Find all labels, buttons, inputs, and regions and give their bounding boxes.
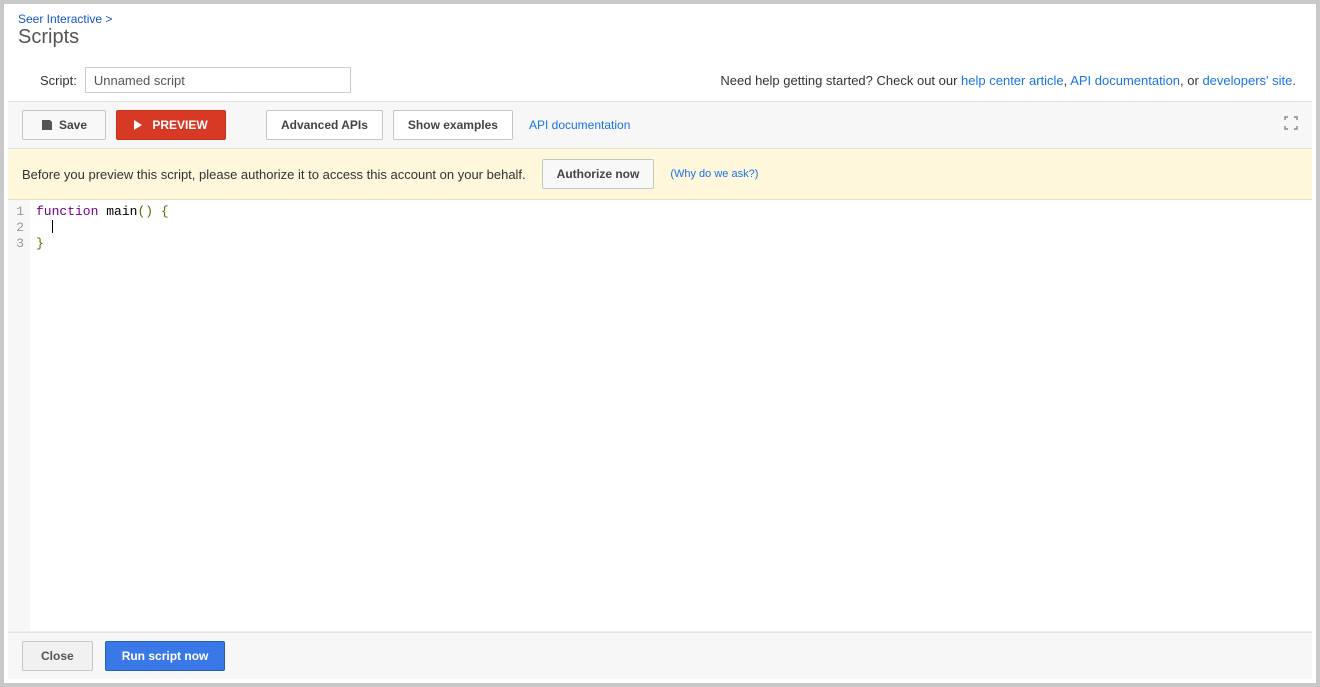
help-prefix: Need help getting started? Check out our bbox=[720, 73, 961, 88]
show-examples-label: Show examples bbox=[408, 118, 498, 132]
authorize-bar: Before you preview this script, please a… bbox=[8, 149, 1312, 200]
breadcrumb: Seer Interactive > bbox=[18, 12, 1302, 26]
script-editor-window: Seer Interactive > Scripts Script: Need … bbox=[4, 4, 1316, 683]
breadcrumb-account-link[interactable]: Seer Interactive bbox=[18, 12, 102, 26]
show-examples-button[interactable]: Show examples bbox=[393, 110, 513, 140]
script-name-row: Script: Need help getting started? Check… bbox=[4, 53, 1316, 101]
page-title: Scripts bbox=[18, 26, 1302, 49]
indent bbox=[36, 220, 52, 235]
api-doc-link[interactable]: API documentation bbox=[1070, 73, 1180, 88]
token-punct: } bbox=[36, 236, 44, 251]
authorize-text: Before you preview this script, please a… bbox=[22, 167, 526, 182]
token-punct: () bbox=[137, 204, 153, 219]
help-suffix: . bbox=[1292, 73, 1296, 88]
fullscreen-icon[interactable] bbox=[1284, 116, 1298, 135]
text-caret bbox=[52, 220, 53, 233]
save-button[interactable]: Save bbox=[22, 110, 106, 140]
api-documentation-link[interactable]: API documentation bbox=[529, 118, 630, 132]
line-number-gutter: 1 2 3 bbox=[8, 200, 30, 631]
code-line: function main() { bbox=[36, 204, 1306, 220]
script-name-input[interactable] bbox=[85, 67, 351, 93]
save-button-label: Save bbox=[59, 118, 87, 132]
token-keyword: function bbox=[36, 204, 98, 219]
header: Seer Interactive > Scripts bbox=[4, 4, 1316, 53]
help-center-link[interactable]: help center article bbox=[961, 73, 1064, 88]
code-line: } bbox=[36, 236, 1306, 252]
toolbar: Save PREVIEW Advanced APIs Show examples… bbox=[8, 101, 1312, 149]
authorize-now-button[interactable]: Authorize now bbox=[542, 159, 655, 189]
code-line bbox=[36, 220, 1306, 236]
why-do-we-ask-link[interactable]: (Why do we ask?) bbox=[670, 168, 758, 180]
footer: Close Run script now bbox=[8, 632, 1312, 679]
code-pane[interactable]: function main() { } bbox=[30, 200, 1312, 631]
line-number: 2 bbox=[12, 220, 24, 236]
advanced-apis-label: Advanced APIs bbox=[281, 118, 368, 132]
help-text: Need help getting started? Check out our… bbox=[720, 73, 1302, 88]
developers-site-link[interactable]: developers' site bbox=[1202, 73, 1292, 88]
code-editor[interactable]: 1 2 3 function main() { } bbox=[8, 200, 1312, 632]
line-number: 1 bbox=[12, 204, 24, 220]
play-icon bbox=[134, 120, 142, 130]
preview-button[interactable]: PREVIEW bbox=[116, 110, 226, 140]
help-sep2: , or bbox=[1180, 73, 1202, 88]
save-icon bbox=[41, 119, 53, 131]
run-script-now-button[interactable]: Run script now bbox=[105, 641, 226, 671]
preview-button-label: PREVIEW bbox=[152, 118, 207, 132]
line-number: 3 bbox=[12, 236, 24, 252]
close-button[interactable]: Close bbox=[22, 641, 93, 671]
token-identifier: main bbox=[98, 204, 137, 219]
breadcrumb-separator: > bbox=[105, 12, 112, 26]
advanced-apis-button[interactable]: Advanced APIs bbox=[266, 110, 383, 140]
script-name-label: Script: bbox=[40, 73, 77, 88]
token-punct: { bbox=[153, 204, 169, 219]
